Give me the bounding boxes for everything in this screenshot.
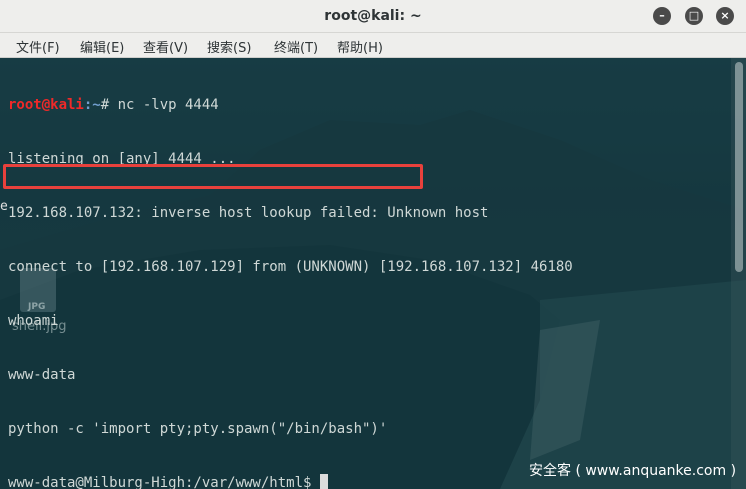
terminal-prompt-line: root@kali:~# nc -lvp 4444: [8, 96, 573, 114]
menu-terminal[interactable]: 终端(T): [274, 37, 318, 56]
terminal-output: root@kali:~# nc -lvp 4444 listening on […: [8, 60, 573, 489]
terminal-line-highlighted: python -c 'import pty;pty.spawn("/bin/ba…: [8, 421, 388, 437]
menu-file[interactable]: 文件(F): [16, 37, 60, 56]
scrollbar-thumb[interactable]: [735, 62, 743, 272]
edge-text: e: [0, 199, 8, 214]
text-cursor: [319, 474, 328, 489]
watermark-text: 安全客 ( www.anquanke.com ): [529, 463, 737, 479]
terminal-shell-prompt-line: www-data@Milburg-High:/var/www/html$: [8, 474, 573, 489]
menu-view[interactable]: 查看(V): [143, 37, 188, 56]
prompt-command: nc -lvp 4444: [117, 97, 219, 113]
terminal-line: 192.168.107.132: inverse host lookup fai…: [8, 205, 489, 221]
menu-help[interactable]: 帮助(H): [337, 37, 383, 56]
menu-search[interactable]: 搜索(S): [207, 37, 251, 56]
close-button[interactable]: ×: [716, 7, 734, 25]
terminal-line: www-data: [8, 367, 76, 383]
menu-bar: 文件(F) 编辑(E) 查看(V) 搜索(S) 终端(T) 帮助(H): [0, 33, 746, 58]
minimize-button[interactable]: –: [653, 7, 671, 25]
menu-edit[interactable]: 编辑(E): [80, 37, 124, 56]
maximize-button[interactable]: □: [685, 7, 703, 25]
shell-prompt: www-data@Milburg-High:/var/www/html$: [8, 475, 320, 489]
prompt-user: root@kali: [8, 97, 84, 113]
window-title: root@kali: ~: [324, 8, 422, 24]
terminal-line: connect to [192.168.107.129] from (UNKNO…: [8, 259, 573, 275]
prompt-symbol: #: [100, 97, 118, 113]
terminal-line: whoami: [8, 313, 59, 329]
window-titlebar: root@kali: ~ – □ ×: [0, 0, 746, 33]
highlight-annotation-box: [3, 164, 423, 189]
prompt-path: :~: [83, 97, 101, 113]
